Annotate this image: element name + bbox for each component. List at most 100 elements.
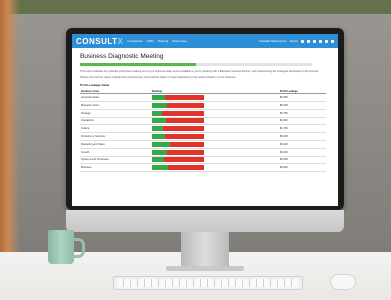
mug [48,230,74,264]
cell-business-area: Products or Services [80,132,151,141]
nav-right: Mowalie Macesprovi Admin [259,39,334,43]
ranking-bar [151,102,204,108]
ranking-bar-red [169,141,204,147]
nav-admin-link[interactable]: Admin [289,39,298,43]
monitor-chin [66,210,344,232]
cell-business-area: Operations [80,117,151,126]
home-icon[interactable] [301,39,304,43]
cell-business-area: Systems and Processes [80,156,151,165]
grid-icon[interactable] [307,39,310,43]
ranking-bar-red [167,102,204,108]
nav-link-training[interactable]: Training [157,39,168,43]
description-2: Please note that the values indicated ar… [80,75,236,79]
cell-business-area: Growth [80,148,151,157]
ranking-bar [151,95,204,101]
cell-profit-leakage: $3,895 [278,93,326,102]
cell-profit-leakage: $8,200 [278,101,326,110]
cell-profit-leakage: $2,820 [278,117,326,126]
ranking-bar [151,165,204,171]
user-icon[interactable] [331,39,334,43]
ranking-bar [151,149,204,155]
table-row: Culture $1,700 [80,124,326,134]
ranking-bar-green [151,141,170,147]
table-row: Business $3,820 [80,163,326,173]
ranking-bar-green [151,165,169,171]
wall-top-band [0,0,391,14]
ranking-bar-red [163,126,204,132]
ranking-bar-red [167,149,204,155]
nav-user-name[interactable]: Mowalie Macesprovi [259,39,286,43]
table-row: Strategy $4,750 [80,109,326,118]
ranking-bar-red [164,95,204,101]
nav-link-companies[interactable]: Companies [127,39,142,43]
cell-ranking [150,132,279,141]
mail-icon[interactable] [313,39,316,43]
table-row: Products or Services $5,200 [80,132,326,141]
profit-leakage-table: Business Area Ranking Profit Leakage Gen… [80,89,326,173]
mouse [330,274,356,290]
cell-ranking [150,109,279,118]
screen: CONSULTX Companies CRM Training Resource… [72,34,338,206]
section-title: Profit Leakage Value [80,83,110,88]
progress-bar [80,63,312,66]
cell-ranking [150,140,279,149]
logo-text: CONSULT [76,36,118,46]
cell-ranking [150,124,279,134]
logo-x: X [117,36,124,46]
description-1: This report indicates the potential prof… [80,70,320,73]
logo[interactable]: CONSULTX [76,37,123,46]
page-title: Business Diagnostic Meeting [80,53,164,60]
ranking-bar-green [151,95,165,101]
main-content: Business Diagnostic Meeting This report … [72,48,338,173]
ranking-bar-red [166,118,204,124]
ranking-bar [151,110,204,116]
cell-business-area: Marketing and Sales [80,140,151,149]
ranking-bar [151,134,204,140]
cell-business-area: Business Vision [80,101,151,110]
cell-profit-leakage: $4,000 [278,148,326,157]
ranking-bar-red [164,157,204,163]
ranking-bar-green [151,149,168,155]
table-row: Business Vision $8,200 [80,101,326,110]
cell-profit-leakage: $1,700 [278,124,326,134]
monitor-stand-base [166,266,244,271]
table-row: Growth $4,000 [80,148,326,157]
cell-profit-leakage: $5,200 [278,132,326,141]
ranking-bar-red [165,134,204,140]
nav-link-crm[interactable]: CRM [147,39,154,43]
cell-profit-leakage: $3,820 [278,163,326,173]
table-row: Marketing and Sales $3,420 [80,140,326,149]
ranking-bar-green [151,118,167,124]
cell-business-area: Strategy [80,109,151,118]
ranking-bar [151,126,204,132]
ranking-bar-green [151,134,166,140]
progress-fill [80,63,196,66]
ranking-bar-green [151,102,168,108]
cell-business-area: Business [80,163,151,173]
ranking-bar [151,157,204,163]
nav-link-resources[interactable]: Resources [172,39,186,43]
bell-icon[interactable] [319,39,322,43]
cell-business-area: Generate Sales [80,93,151,102]
ranking-bar-red [162,110,204,116]
cell-profit-leakage: $4,750 [278,109,326,118]
ranking-bar-green [151,126,164,132]
ranking-bar-green [151,157,165,163]
cell-ranking [150,163,279,173]
cell-profit-leakage: $2,835 [278,156,326,165]
cell-ranking [150,101,279,110]
ranking-bar-red [168,165,204,171]
settings-icon[interactable] [325,39,328,43]
table-row: Operations $2,820 [80,117,326,126]
cell-business-area: Culture [80,124,151,134]
cell-ranking [150,148,279,157]
keyboard-keys [117,279,298,287]
left-edge-decor [0,0,20,270]
monitor-stand [181,232,229,268]
top-nav: CONSULTX Companies CRM Training Resource… [72,34,338,48]
cell-ranking [150,117,279,126]
cell-ranking [150,93,279,102]
keyboard [113,276,303,290]
ranking-bar [151,141,204,147]
ranking-bar [151,118,204,124]
